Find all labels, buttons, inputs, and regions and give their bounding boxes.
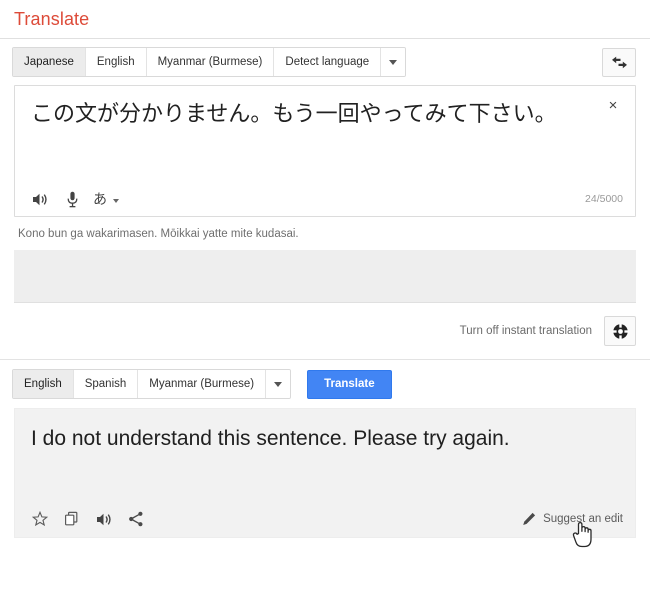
source-tab-english[interactable]: English bbox=[85, 48, 147, 76]
translate-button-label: Translate bbox=[324, 378, 375, 390]
source-romanization: Kono bun ga wakarimasen. Mōikkai yatte m… bbox=[18, 228, 299, 240]
target-language-dropdown[interactable] bbox=[266, 370, 291, 398]
source-tab-japanese[interactable]: Japanese bbox=[13, 48, 86, 76]
suggest-an-edit-label: Suggest an edit bbox=[543, 513, 623, 525]
target-tab-spanish-label: Spanish bbox=[84, 378, 127, 390]
source-text-input[interactable]: この文が分かりません。もう一回やってみて下さい。 bbox=[15, 86, 635, 130]
swap-languages-button[interactable] bbox=[602, 48, 636, 77]
translation-output-text: I do not understand this sentence. Pleas… bbox=[31, 427, 510, 450]
speaker-icon bbox=[96, 513, 111, 525]
copy-translation-button[interactable] bbox=[61, 508, 83, 530]
source-language-tabs: Japanese English Myanmar (Burmese) Detec… bbox=[12, 47, 407, 77]
pencil-icon bbox=[522, 512, 536, 526]
alternate-translations-panel bbox=[14, 250, 636, 303]
page-header: Translate bbox=[0, 0, 650, 38]
source-tab-japanese-label: Japanese bbox=[24, 56, 74, 68]
target-tab-spanish[interactable]: Spanish bbox=[73, 370, 139, 398]
page-title: Translate bbox=[14, 8, 90, 29]
speaker-icon bbox=[32, 193, 47, 205]
instant-translation-label[interactable]: Turn off instant translation bbox=[460, 325, 592, 337]
chevron-down-icon bbox=[113, 198, 119, 203]
gear-icon bbox=[612, 323, 628, 339]
input-method-label: あ bbox=[93, 192, 107, 208]
source-language-dropdown[interactable] bbox=[381, 48, 406, 76]
translation-output-toolbar: Suggest an edit bbox=[15, 501, 635, 548]
target-language-tabs: English Spanish Myanmar (Burmese) bbox=[12, 369, 292, 399]
translate-button[interactable]: Translate bbox=[307, 369, 392, 399]
swap-languages-icon bbox=[611, 56, 627, 69]
source-tab-english-label: English bbox=[96, 56, 135, 68]
suggest-an-edit-button[interactable]: Suggest an edit bbox=[522, 512, 623, 548]
source-tab-myanmar[interactable]: Myanmar (Burmese) bbox=[146, 48, 275, 76]
chevron-down-icon bbox=[389, 59, 398, 65]
source-text-toolbar: あ 24/5000 bbox=[15, 182, 635, 216]
chevron-down-icon bbox=[274, 381, 283, 387]
microphone-icon bbox=[67, 191, 77, 207]
source-tab-myanmar-label: Myanmar (Burmese) bbox=[157, 56, 263, 68]
target-tab-english-label: English bbox=[24, 378, 62, 390]
listen-translation-button[interactable] bbox=[93, 508, 115, 530]
star-icon bbox=[32, 511, 48, 527]
share-icon bbox=[129, 511, 143, 527]
target-language-bar: English Spanish Myanmar (Burmese) Transl… bbox=[0, 360, 650, 408]
close-icon: × bbox=[608, 96, 618, 114]
target-tab-english[interactable]: English bbox=[13, 370, 74, 398]
source-tab-detect-language[interactable]: Detect language bbox=[274, 48, 382, 76]
clear-source-text-button[interactable]: × bbox=[603, 95, 623, 115]
source-listen-button[interactable] bbox=[29, 188, 51, 210]
copy-icon bbox=[65, 511, 78, 526]
source-tab-detect-language-label: Detect language bbox=[285, 56, 370, 68]
input-method-button[interactable]: あ bbox=[93, 189, 119, 209]
source-microphone-button[interactable] bbox=[61, 188, 83, 210]
share-translation-button[interactable] bbox=[125, 508, 147, 530]
instant-translation-toggle-button[interactable] bbox=[604, 316, 636, 346]
source-language-bar: Japanese English Myanmar (Burmese) Detec… bbox=[0, 39, 650, 85]
instant-translation-row: Turn off instant translation bbox=[0, 303, 650, 359]
favorite-translation-button[interactable] bbox=[29, 508, 51, 530]
target-tab-myanmar-label: Myanmar (Burmese) bbox=[149, 378, 255, 390]
translation-output-card: I do not understand this sentence. Pleas… bbox=[14, 408, 636, 548]
character-counter: 24/5000 bbox=[585, 193, 623, 205]
target-tab-myanmar[interactable]: Myanmar (Burmese) bbox=[138, 370, 267, 398]
source-text-card[interactable]: この文が分かりません。もう一回やってみて下さい。 × あ 24/5000 bbox=[14, 85, 636, 217]
